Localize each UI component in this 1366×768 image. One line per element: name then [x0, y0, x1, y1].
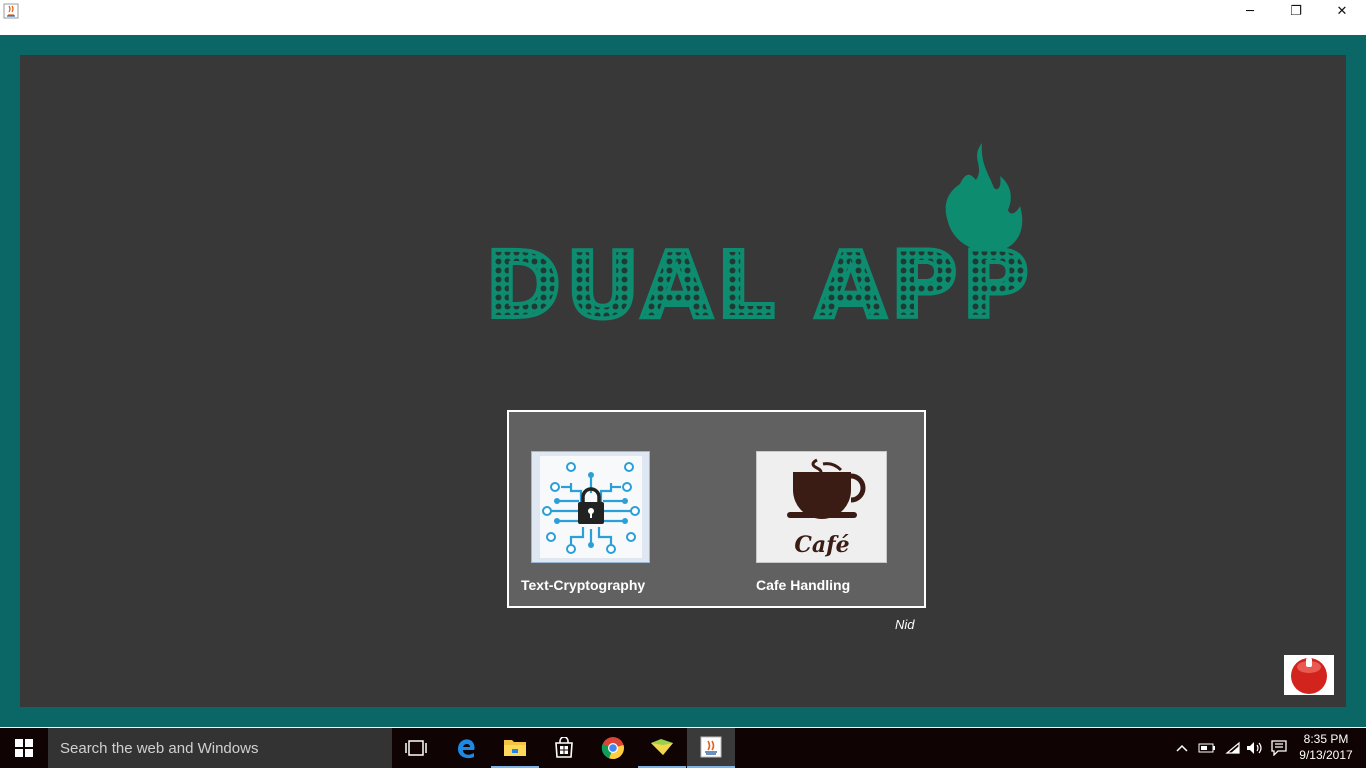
store-icon [555, 737, 573, 758]
app-frame: DUAL APP Text-Cryptography Café Cafe Han… [0, 35, 1366, 727]
search-placeholder: Search the web and Windows [60, 739, 259, 757]
author-signature: Nid [895, 617, 915, 632]
notification-icon [1271, 740, 1287, 756]
circuit-lock-icon [538, 455, 643, 559]
store-button[interactable] [540, 728, 588, 768]
action-center-button[interactable] [1268, 728, 1290, 768]
battery-button[interactable] [1196, 728, 1218, 768]
close-button[interactable]: ✕ [1319, 0, 1365, 23]
start-button[interactable] [0, 728, 48, 768]
edge-icon [458, 739, 475, 759]
file-explorer-icon [504, 740, 526, 756]
minimize-button[interactable]: ─ [1227, 0, 1273, 23]
taskbar-search-box[interactable]: Search the web and Windows [48, 728, 392, 768]
chrome-button[interactable] [589, 728, 637, 768]
file-explorer-button[interactable] [491, 728, 539, 768]
chrome-icon [601, 737, 624, 760]
volume-button[interactable] [1244, 728, 1266, 768]
module-selector-card: Text-Cryptography Café Cafe Handling [507, 410, 926, 608]
clock-time: 8:35 PM [1303, 732, 1349, 746]
text-cryptography-label: Text-Cryptography [521, 577, 646, 593]
speaker-icon [1247, 742, 1262, 754]
restore-button[interactable]: ❐ [1273, 0, 1319, 23]
text-cryptography-button[interactable] [531, 451, 650, 563]
red-power-icon [1291, 658, 1327, 694]
tray-overflow-button[interactable] [1172, 728, 1192, 768]
flame-icon [945, 143, 1023, 252]
windows-taskbar: Search the web and Windows 8:35 PM 9/13/… [0, 728, 1366, 768]
windows-logo-icon [15, 739, 33, 757]
java-taskbar-button[interactable] [687, 728, 735, 768]
edge-button[interactable] [442, 728, 490, 768]
window-title-bar: ─ ❐ ✕ [0, 0, 1366, 23]
folder-app-button[interactable] [638, 728, 686, 768]
battery-icon [1198, 743, 1215, 753]
main-panel: DUAL APP Text-Cryptography Café Cafe Han… [20, 55, 1346, 707]
java-icon [700, 736, 722, 758]
dual-app-logo: DUAL APP [483, 140, 1045, 341]
exit-button[interactable] [1284, 655, 1334, 695]
task-view-icon [405, 740, 427, 756]
cafe-handling-label: Cafe Handling [756, 577, 851, 593]
logo-text: DUAL APP [485, 232, 1033, 339]
clock-date: 9/13/2017 [1299, 748, 1353, 762]
coffee-cup-icon: Café [786, 458, 865, 558]
wifi-icon [1225, 741, 1240, 754]
cafe-handling-button[interactable]: Café [756, 451, 887, 563]
task-view-button[interactable] [392, 728, 440, 768]
network-button[interactable] [1222, 728, 1244, 768]
cafe-caption: Café [794, 532, 849, 558]
chevron-up-icon [1176, 744, 1188, 752]
folder-app-icon [651, 739, 673, 755]
java-app-icon[interactable] [3, 3, 19, 19]
taskbar-clock[interactable]: 8:35 PM 9/13/2017 [1296, 731, 1356, 763]
